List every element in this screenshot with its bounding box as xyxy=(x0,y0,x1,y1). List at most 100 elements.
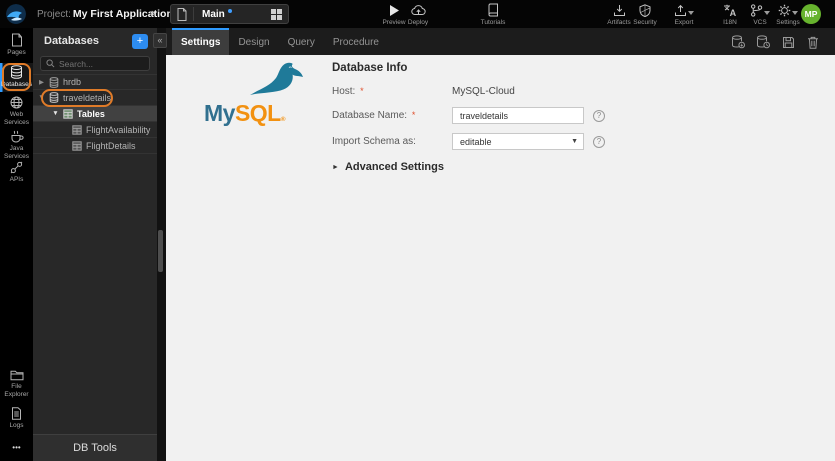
sidebar-item-java-services[interactable]: Java Services xyxy=(0,128,33,160)
import-schema-value: editable xyxy=(460,136,492,147)
sidebar-item-label: Databases xyxy=(0,81,33,88)
add-database-button[interactable]: + xyxy=(132,33,148,49)
mysql-wordmark-my: My xyxy=(204,100,235,126)
tree-row-flightdetails[interactable]: FlightDetails xyxy=(33,138,157,154)
active-page-name: Main xyxy=(202,8,225,20)
tab-design[interactable]: Design xyxy=(229,30,278,55)
chevron-down-icon[interactable]: ▼ xyxy=(38,94,45,101)
search-input[interactable] xyxy=(59,58,144,69)
section-title: Database Info xyxy=(332,62,408,74)
help-icon[interactable]: ? xyxy=(593,135,605,148)
chevron-down-icon xyxy=(792,11,798,15)
reimport-db-icon[interactable] xyxy=(756,35,770,49)
import-schema-row: Import Schema as: editable ▼ ? xyxy=(332,133,605,150)
wavemaker-logo[interactable] xyxy=(6,4,26,24)
deploy-cloud-icon xyxy=(410,3,426,17)
deploy-label: Deploy xyxy=(407,19,429,26)
database-name-input[interactable] xyxy=(452,107,584,124)
mysql-wordmark: MySQL® xyxy=(204,100,286,126)
globe-icon xyxy=(10,96,23,109)
sidebar-item-file-explorer[interactable]: File Explorer xyxy=(0,367,33,398)
database-info-form: Database Info Host: * MySQL-Cloud Databa… xyxy=(332,62,652,192)
database-tree: ▶ hrdb ▼ traveldetails ▼ Tables FlightAv… xyxy=(33,74,157,154)
mysql-logo: MySQL® xyxy=(204,61,306,125)
scrollbar-thumb[interactable] xyxy=(158,230,163,272)
chevron-right-icon: ► xyxy=(332,163,339,171)
help-icon[interactable]: ? xyxy=(593,109,605,122)
service-tab-bar: Settings Design Query Procedure xyxy=(166,28,835,55)
divider xyxy=(193,7,194,21)
user-avatar[interactable]: MP xyxy=(801,4,821,24)
db-tools-button[interactable]: DB Tools xyxy=(33,434,157,461)
svg-text:A: A xyxy=(730,8,737,17)
sidebar-item-pages[interactable]: Pages xyxy=(0,31,33,58)
database-name-row: Database Name: * ? xyxy=(332,107,605,124)
pages-grid-icon[interactable] xyxy=(271,8,282,20)
chevron-right-icon[interactable]: ▶ xyxy=(38,78,45,86)
export-db-icon[interactable] xyxy=(731,35,745,49)
tab-query[interactable]: Query xyxy=(279,30,324,55)
databases-panel-header: Databases + xyxy=(33,30,157,52)
required-marker: * xyxy=(360,86,364,96)
vcs-branch-icon xyxy=(750,3,763,17)
settings-label: Settings xyxy=(776,19,800,26)
i18n-label: I18N xyxy=(723,19,737,26)
app-window: Project: My First Application › Main Pre… xyxy=(0,0,835,461)
search-icon xyxy=(46,59,55,68)
sidebar-item-label: Pages xyxy=(7,49,26,56)
advanced-settings-label: Advanced Settings xyxy=(344,161,444,173)
database-search-box xyxy=(40,56,150,71)
tutorials-button[interactable]: Tutorials xyxy=(475,3,511,26)
left-nav-sidebar: Pages Databases Web Services Java Servic… xyxy=(0,28,33,461)
tree-row-traveldetails[interactable]: ▼ traveldetails xyxy=(33,90,157,106)
export-button[interactable]: Export xyxy=(666,3,702,26)
collapse-panel-button[interactable]: « xyxy=(153,33,167,48)
play-icon xyxy=(388,3,400,17)
tree-row-tables[interactable]: ▼ Tables xyxy=(33,106,157,122)
sidebar-item-label: Logs xyxy=(9,422,24,429)
tree-row-flightavailability[interactable]: FlightAvailability xyxy=(33,122,157,138)
panel-title: Databases xyxy=(44,35,100,47)
api-nodes-icon xyxy=(10,161,23,174)
tree-row-label: Tables xyxy=(77,108,105,119)
tree-row-hrdb[interactable]: ▶ hrdb xyxy=(33,74,157,90)
security-button[interactable]: Security xyxy=(627,3,663,26)
save-icon[interactable] xyxy=(781,35,795,49)
main-area: Settings Design Query Procedure MySQL® D… xyxy=(166,28,835,461)
tab-settings[interactable]: Settings xyxy=(172,28,230,55)
table-icon xyxy=(72,124,82,135)
active-page-switcher[interactable]: Main xyxy=(170,4,289,24)
import-schema-select[interactable]: editable ▼ xyxy=(452,133,584,150)
database-icon xyxy=(10,65,23,79)
tab-procedure[interactable]: Procedure xyxy=(324,30,388,55)
dropdown-arrow-icon: ▼ xyxy=(571,138,578,145)
export-up-icon xyxy=(674,4,687,17)
delete-icon[interactable] xyxy=(806,35,820,49)
chevron-down-icon[interactable]: ▼ xyxy=(52,110,59,117)
i18n-translate-icon: A xyxy=(723,3,737,17)
advanced-settings-toggle[interactable]: ► Advanced Settings xyxy=(332,161,444,173)
tree-row-label: FlightAvailability xyxy=(86,124,151,135)
top-bar: Project: My First Application › Main Pre… xyxy=(0,0,835,28)
gear-icon xyxy=(778,4,791,17)
tree-row-label: FlightDetails xyxy=(86,140,136,151)
sidebar-item-label: APIs xyxy=(9,176,24,183)
deploy-button[interactable]: Deploy xyxy=(400,3,436,26)
host-value: MySQL-Cloud xyxy=(452,86,515,97)
sidebar-item-logs[interactable]: Logs xyxy=(0,405,33,429)
vcs-label: VCS xyxy=(753,19,767,26)
sidebar-item-web-services[interactable]: Web Services xyxy=(0,94,33,126)
tutorials-label: Tutorials xyxy=(480,19,506,26)
sidebar-item-label: Web Services xyxy=(4,111,29,126)
sidebar-more-button[interactable]: ••• xyxy=(0,441,33,455)
sidebar-item-databases[interactable]: Databases xyxy=(0,63,33,92)
tables-icon xyxy=(63,108,73,119)
tree-row-label: traveldetails xyxy=(63,92,112,103)
tree-row-label: hrdb xyxy=(63,77,82,87)
tutorials-book-icon xyxy=(488,3,499,17)
project-name: My First Application xyxy=(72,8,173,20)
table-icon xyxy=(72,140,82,151)
sidebar-item-apis[interactable]: APIs xyxy=(0,159,33,183)
settings-content: MySQL® Database Info Host: * MySQL-Cloud… xyxy=(166,55,835,461)
database-icon xyxy=(49,76,59,88)
